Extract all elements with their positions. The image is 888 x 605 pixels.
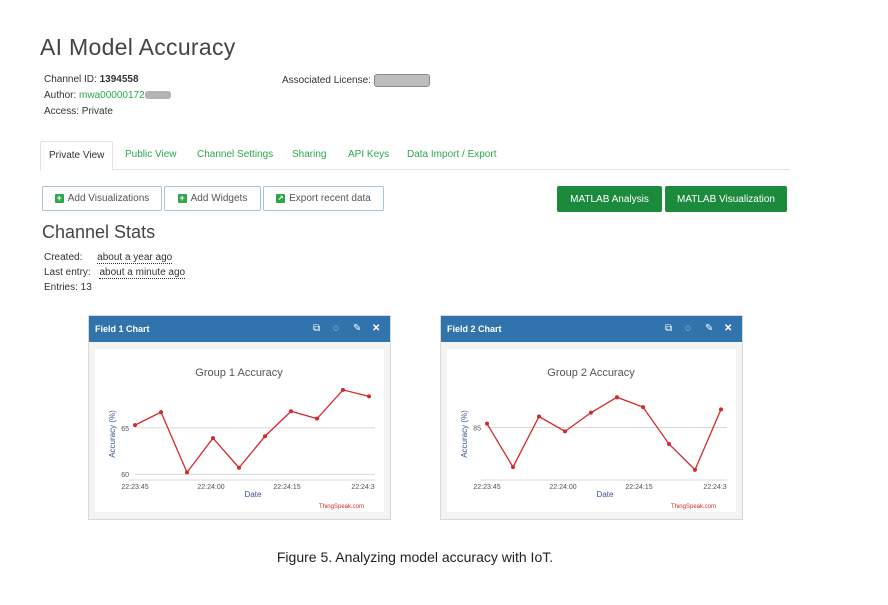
export-recent-data-label: Export recent data bbox=[289, 193, 371, 204]
x-tick-label: 22:23:45 bbox=[473, 484, 500, 491]
y-tick-label: 85 bbox=[473, 426, 481, 433]
x-tick-label: 22:24:15 bbox=[273, 484, 300, 491]
figure-caption: Figure 5. Analyzing model accuracy with … bbox=[276, 549, 554, 565]
tab-data-import-export[interactable]: Data Import / Export bbox=[407, 141, 496, 169]
channel-tabs: Private View Public View Channel Setting… bbox=[40, 141, 790, 171]
data-point[interactable] bbox=[511, 465, 515, 470]
chart-area: Group 2 Accuracy Accuracy (%) Date Thing… bbox=[447, 349, 736, 512]
panel-title: Field 2 Chart bbox=[447, 324, 502, 334]
last-entry-label: Last entry: bbox=[44, 267, 91, 278]
external-link-icon[interactable]: ⧉ bbox=[313, 316, 320, 342]
chart-credit: ThingSpeak.com bbox=[319, 504, 364, 510]
matlab-visualization-button[interactable]: MATLAB Visualization bbox=[665, 186, 787, 212]
associated-license: Associated License: bbox=[282, 74, 430, 87]
comment-icon[interactable]: ◌ bbox=[333, 316, 339, 342]
entries-count: Entries: 13 bbox=[44, 282, 92, 293]
redaction bbox=[144, 91, 171, 100]
field-2-chart-panel: Field 2 Chart ⧉ ◌ ✎ ✕ Group 2 Accuracy A… bbox=[440, 315, 743, 520]
author: Author: mwa00000172 bbox=[44, 90, 171, 101]
panel-header: Field 2 Chart ⧉ ◌ ✎ ✕ bbox=[441, 316, 742, 342]
y-axis-label: Accuracy (%) bbox=[108, 410, 117, 458]
x-tick-label: 22:24:3 bbox=[351, 484, 374, 491]
panel-header: Field 1 Chart ⧉ ◌ ✎ ✕ bbox=[89, 316, 390, 342]
data-point[interactable] bbox=[185, 470, 189, 475]
tab-channel-settings[interactable]: Channel Settings bbox=[197, 141, 273, 169]
x-tick-label: 22:23:45 bbox=[121, 484, 148, 491]
plus-icon: + bbox=[177, 193, 187, 203]
x-tick-label: 22:24:3 bbox=[703, 484, 726, 491]
pencil-icon[interactable]: ✎ bbox=[353, 316, 361, 342]
tab-public-view[interactable]: Public View bbox=[125, 141, 177, 169]
data-point[interactable] bbox=[667, 442, 671, 446]
channel-id-value: 1394558 bbox=[99, 74, 139, 85]
data-point[interactable] bbox=[719, 407, 723, 412]
data-point[interactable] bbox=[133, 423, 137, 428]
last-entry-value: about a minute ago bbox=[99, 267, 186, 279]
channel-id: Channel ID: 1394558 bbox=[44, 74, 139, 85]
data-point[interactable] bbox=[315, 416, 319, 421]
data-point[interactable] bbox=[263, 434, 267, 439]
series-line bbox=[486, 396, 722, 471]
tab-private-view[interactable]: Private View bbox=[40, 141, 114, 171]
chart-title: Group 1 Accuracy bbox=[195, 367, 283, 379]
y-tick-label: 60 bbox=[121, 472, 129, 479]
y-axis-label: Accuracy (%) bbox=[460, 410, 469, 458]
chart-area: Group 1 Accuracy Accuracy (%) Date Thing… bbox=[95, 349, 384, 512]
data-point[interactable] bbox=[563, 429, 567, 434]
external-link-icon[interactable]: ⧉ bbox=[665, 316, 672, 342]
x-tick-label: 22:24:15 bbox=[625, 484, 652, 491]
chart-credit: ThingSpeak.com bbox=[671, 504, 716, 510]
data-point[interactable] bbox=[159, 410, 163, 415]
data-point[interactable] bbox=[485, 421, 489, 426]
data-point[interactable] bbox=[615, 395, 619, 400]
field-1-chart-panel: Field 1 Chart ⧉ ◌ ✎ ✕ Group 1 Accuracy A… bbox=[88, 315, 391, 520]
last-entry-row: Last entry: about a minute ago bbox=[44, 267, 186, 279]
created-value: about a year ago bbox=[97, 252, 173, 264]
matlab-analysis-button[interactable]: MATLAB Analysis bbox=[557, 186, 662, 212]
pencil-icon[interactable]: ✎ bbox=[705, 316, 713, 342]
license-label: Associated License: bbox=[282, 75, 371, 87]
created-label: Created: bbox=[44, 252, 83, 263]
export-recent-data-button[interactable]: ↗ Export recent data bbox=[263, 186, 384, 211]
add-widgets-label: Add Widgets bbox=[190, 193, 248, 204]
data-point[interactable] bbox=[693, 467, 697, 472]
x-axis-label: Date bbox=[245, 490, 262, 499]
x-axis-label: Date bbox=[597, 490, 614, 499]
add-visualizations-label: Add Visualizations bbox=[67, 193, 150, 204]
x-tick-label: 22:24:00 bbox=[197, 484, 224, 491]
data-point[interactable] bbox=[589, 410, 593, 415]
add-widgets-button[interactable]: + Add Widgets bbox=[164, 186, 261, 211]
tab-api-keys[interactable]: API Keys bbox=[348, 141, 389, 169]
data-point[interactable] bbox=[211, 436, 215, 441]
y-tick-label: 65 bbox=[121, 426, 129, 433]
comment-icon[interactable]: ◌ bbox=[685, 316, 691, 342]
data-point[interactable] bbox=[289, 409, 293, 414]
close-icon[interactable]: ✕ bbox=[724, 316, 732, 342]
x-tick-label: 22:24:00 bbox=[549, 484, 576, 491]
field-2-chart: Group 2 Accuracy Accuracy (%) Date Thing… bbox=[460, 367, 727, 510]
panel-title: Field 1 Chart bbox=[95, 324, 150, 334]
data-point[interactable] bbox=[537, 414, 541, 419]
data-point[interactable] bbox=[641, 405, 645, 410]
channel-id-label: Channel ID: bbox=[44, 74, 97, 85]
chart-title: Group 2 Accuracy bbox=[547, 367, 635, 379]
page-title: AI Model Accuracy bbox=[40, 34, 236, 60]
add-visualizations-button[interactable]: + Add Visualizations bbox=[42, 186, 162, 211]
created-row: Created: about a year ago bbox=[44, 252, 173, 264]
author-label: Author: bbox=[44, 90, 77, 101]
export-icon: ↗ bbox=[276, 194, 286, 203]
data-point[interactable] bbox=[237, 465, 241, 470]
channel-stats-heading: Channel Stats bbox=[42, 222, 156, 242]
author-link[interactable]: mwa00000172 bbox=[79, 90, 145, 101]
tab-sharing[interactable]: Sharing bbox=[292, 141, 326, 169]
license-redaction bbox=[373, 74, 430, 87]
data-point[interactable] bbox=[341, 387, 345, 392]
close-icon[interactable]: ✕ bbox=[372, 316, 380, 342]
data-point[interactable] bbox=[367, 394, 371, 399]
plus-icon: + bbox=[54, 193, 64, 203]
field-1-chart: Group 1 Accuracy Accuracy (%) Date Thing… bbox=[108, 367, 375, 510]
series-line bbox=[134, 389, 370, 474]
access-level: Access: Private bbox=[44, 106, 113, 117]
